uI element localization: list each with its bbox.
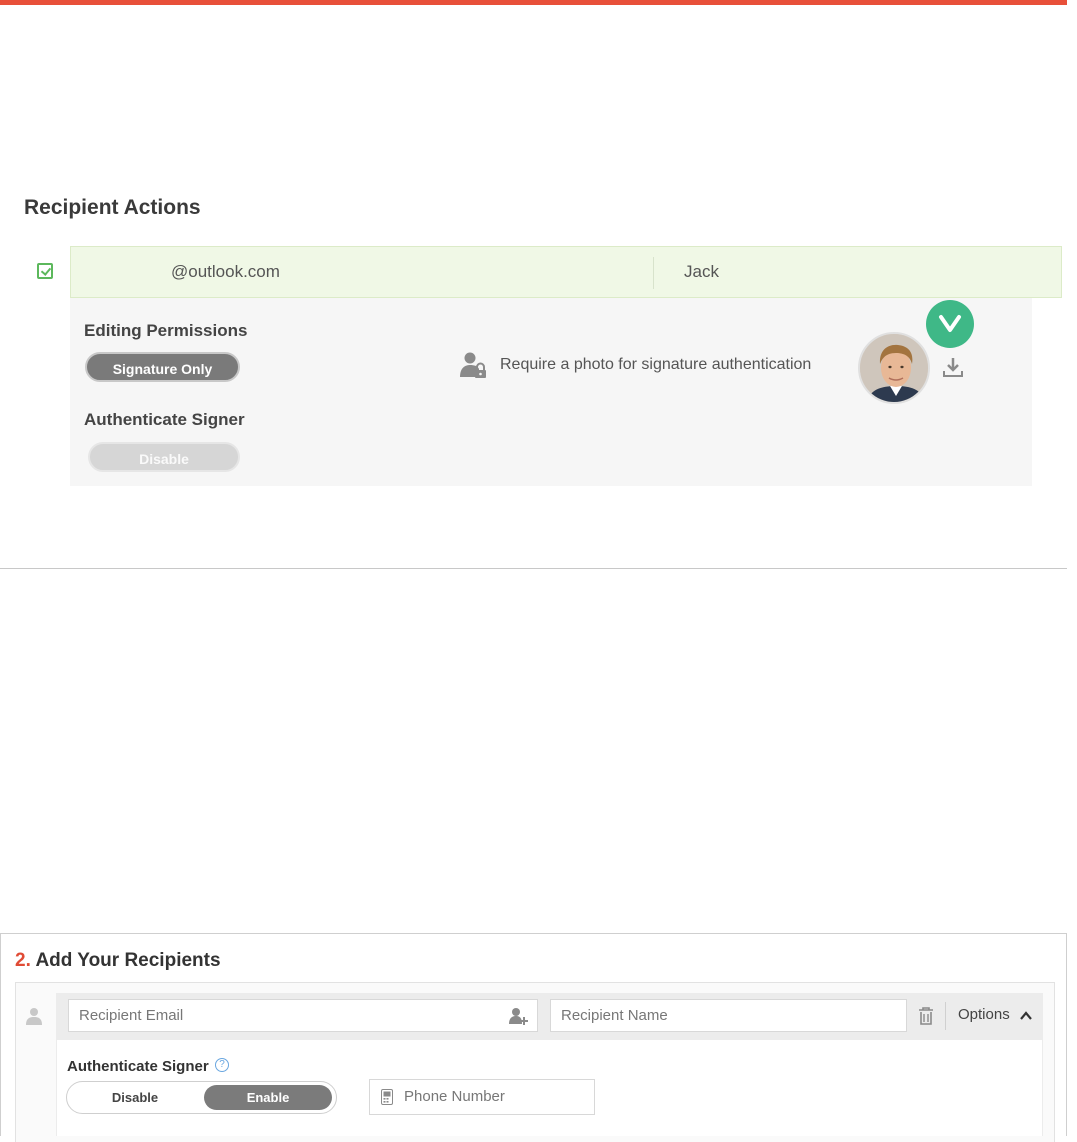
help-icon[interactable]: ? bbox=[215, 1058, 229, 1072]
recipient-name-input[interactable]: Recipient Name bbox=[550, 999, 907, 1032]
authenticate-signer-toggle[interactable]: Disable Enable bbox=[66, 1081, 337, 1114]
download-icon[interactable] bbox=[941, 355, 965, 379]
check-chevron-icon[interactable] bbox=[926, 300, 974, 348]
authenticate-signer-button[interactable]: Disable bbox=[88, 442, 240, 472]
authenticate-signer-label-2: Authenticate Signer bbox=[67, 1058, 209, 1075]
section-divider bbox=[0, 568, 1067, 569]
toggle-disable-option[interactable]: Disable bbox=[67, 1082, 203, 1113]
recipient-checkbox[interactable] bbox=[37, 263, 53, 279]
recipient-email: @outlook.com bbox=[171, 262, 280, 281]
recipient-email-input[interactable]: Recipient Email bbox=[68, 999, 538, 1032]
toggle-enable-option[interactable]: Enable bbox=[204, 1085, 332, 1110]
row-separator bbox=[653, 257, 654, 289]
trash-icon[interactable] bbox=[917, 1006, 935, 1026]
options-toggle[interactable]: Options bbox=[958, 1006, 1010, 1023]
chevron-up-icon[interactable] bbox=[1019, 1010, 1033, 1022]
step-title: Add Your Recipients bbox=[35, 950, 221, 971]
photo-requirement-text: Require a photo for signature authentica… bbox=[500, 356, 812, 373]
step-number: 2. bbox=[15, 950, 31, 971]
person-icon bbox=[26, 1008, 42, 1025]
section-title: Recipient Actions bbox=[24, 196, 201, 219]
phone-number-input[interactable]: Phone Number bbox=[369, 1079, 595, 1115]
editing-permissions-label: Editing Permissions bbox=[84, 321, 248, 340]
recipient-row: @outlook.com Jack bbox=[70, 246, 1062, 298]
editing-permissions-button[interactable]: Signature Only bbox=[85, 352, 240, 382]
add-user-icon[interactable] bbox=[508, 1006, 528, 1026]
options-separator bbox=[945, 1002, 946, 1030]
user-lock-icon bbox=[460, 352, 486, 378]
authenticate-signer-label: Authenticate Signer bbox=[84, 410, 245, 429]
signer-photo-avatar[interactable] bbox=[858, 332, 930, 404]
top-accent-bar bbox=[0, 0, 1067, 5]
recipient-name: Jack bbox=[684, 262, 719, 281]
add-recipients-title: 2. Add Your Recipients bbox=[15, 950, 221, 972]
phone-icon bbox=[381, 1089, 393, 1105]
